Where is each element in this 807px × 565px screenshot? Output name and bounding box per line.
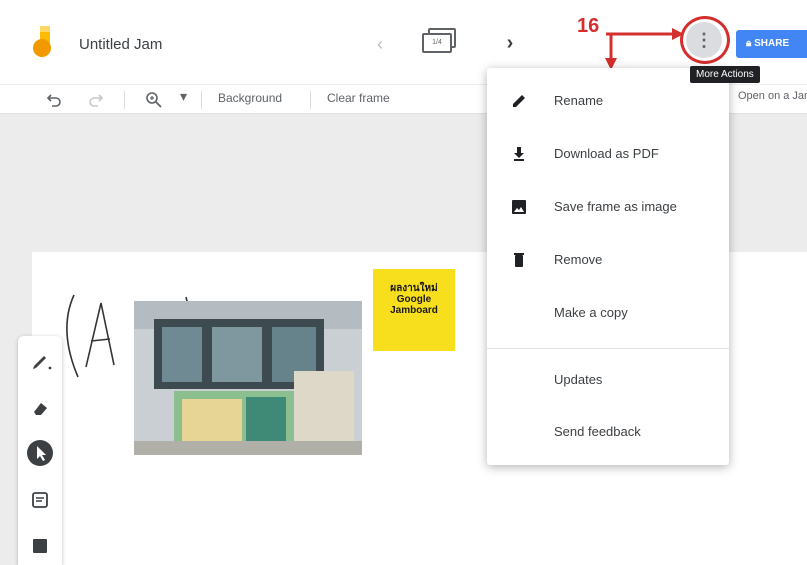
menu-item-label: Updates [554,372,603,387]
jam-title[interactable]: Untitled Jam [79,36,162,53]
next-frame-button[interactable]: › [500,32,520,56]
select-tool-icon[interactable] [26,439,54,467]
add-image-tool-icon[interactable] [26,532,54,560]
toolbar-divider [201,91,202,109]
undo-icon[interactable] [46,92,62,108]
menu-item-make-copy[interactable]: Make a copy [487,293,729,333]
zoom-icon[interactable] [145,91,163,109]
toolbar-divider [124,91,125,109]
menu-divider [487,348,729,349]
frame-indicator: 1/4 [422,33,452,53]
step-number-label: 16 [577,15,600,37]
share-label: SHARE [754,38,790,49]
background-button[interactable]: Background [218,91,282,105]
menu-item-rename[interactable]: Rename [487,81,729,121]
menu-item-label: Send feedback [554,424,641,439]
menu-item-save-frame-image[interactable]: Save frame as image [487,187,729,227]
menu-item-label: Rename [554,93,604,108]
annotation-highlight-circle [680,16,730,64]
menu-item-label: Save frame as image [554,199,677,214]
pencil-icon [513,95,525,107]
menu-item-send-feedback[interactable]: Send feedback [487,412,729,452]
sticky-note-line: Google [396,294,432,305]
previous-frame-button[interactable]: ‹ [370,32,390,56]
sticky-note-line: Jamboard [390,305,438,316]
menu-item-label: Download as PDF [554,146,659,161]
lock-icon: 🔒︎ [746,38,752,49]
annotation-arrow [605,28,684,70]
open-jam-link[interactable]: Open on a Jam [738,90,807,102]
eraser-tool-icon[interactable] [26,394,54,422]
booth-photo[interactable] [134,301,362,455]
menu-item-updates[interactable]: Updates [487,360,729,400]
trash-icon [514,253,524,267]
menu-item-label: Remove [554,252,603,267]
more-actions-menu: Rename Download as PDF Save frame as ima… [487,68,729,465]
clear-frame-button[interactable]: Clear frame [327,91,390,105]
zoom-dropdown-icon[interactable]: ▾ [180,88,187,105]
image-icon [512,200,526,214]
pen-tool-icon[interactable] [26,346,54,374]
sticky-note[interactable]: ผลงานใหม่ Google Jamboard [373,269,455,351]
redo-icon[interactable] [88,92,104,108]
menu-item-label: Make a copy [554,305,628,320]
download-icon [514,147,524,161]
menu-item-remove[interactable]: Remove [487,240,729,280]
tool-palette [18,336,62,565]
sticky-note-line: ผลงานใหม่ [390,283,438,294]
more-actions-tooltip: More Actions [690,66,760,83]
frame-bar-button[interactable]: 1/4 [422,28,458,56]
sticky-note-tool-icon[interactable] [26,486,54,514]
menu-item-download-pdf[interactable]: Download as PDF [487,134,729,174]
toolbar-divider [310,91,311,109]
share-button[interactable]: 🔒︎ SHARE [736,30,807,58]
jamboard-logo [33,26,51,57]
